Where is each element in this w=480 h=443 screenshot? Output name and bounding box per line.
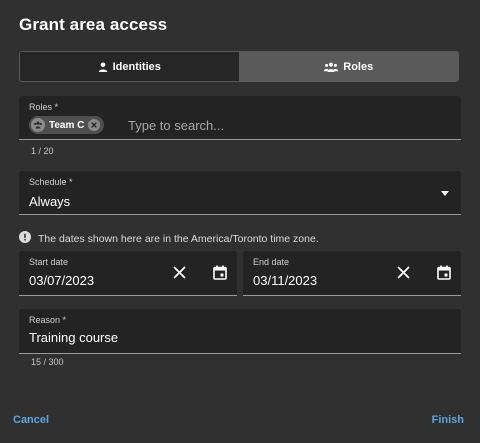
end-date-field[interactable]: End date 03/11/2023 [243,251,461,296]
identities-toggle-label: Identities [112,60,161,73]
group-icon [324,62,339,72]
start-date-value: 03/07/2023 [29,273,95,288]
dialog-title: Grant area access [19,15,168,34]
person-icon [98,62,108,72]
end-date-label: End date [253,257,290,267]
reason-counter: 15 / 300 [31,357,64,367]
roles-field: Roles * Team C [19,96,461,140]
start-date-calendar-icon[interactable] [213,265,227,285]
roles-field-label: Roles * [29,102,59,112]
reason-value[interactable]: Training course [29,330,118,345]
clear-end-date-icon[interactable] [397,266,410,284]
schedule-select[interactable]: Schedule * Always [19,171,461,215]
roles-search-input[interactable] [128,116,448,134]
timezone-notice-text: The dates shown here are in the America/… [38,233,319,245]
start-date-field[interactable]: Start date 03/07/2023 [19,251,237,296]
reason-field[interactable]: Reason * Training course [19,309,461,354]
roles-counter: 1 / 20 [31,146,54,156]
timezone-notice: The dates shown here are in the America/… [19,230,319,248]
role-avatar-icon [31,118,45,132]
end-date-calendar-icon[interactable] [437,265,451,285]
identities-toggle-button[interactable]: Identities [20,52,240,81]
reason-field-label: Reason * [29,315,67,325]
roles-toggle-label: Roles [343,60,374,73]
identity-type-toggle: Identities Roles [19,51,459,82]
role-chip-label: Team C [49,119,85,131]
clear-start-date-icon[interactable] [173,266,186,284]
start-date-label: Start date [29,257,69,267]
schedule-field-label: Schedule * [29,177,73,187]
schedule-value: Always [29,194,71,209]
chevron-down-icon[interactable] [441,191,449,196]
roles-toggle-button[interactable]: Roles [239,52,458,81]
end-date-value: 03/11/2023 [253,273,318,288]
role-chip: Team C [29,116,105,134]
cancel-button[interactable]: Cancel [13,414,49,426]
info-icon [19,230,31,248]
remove-chip-icon[interactable] [88,119,101,131]
finish-button[interactable]: Finish [432,414,464,426]
grant-access-dialog: Grant area access Identities Roles Roles… [0,0,480,443]
